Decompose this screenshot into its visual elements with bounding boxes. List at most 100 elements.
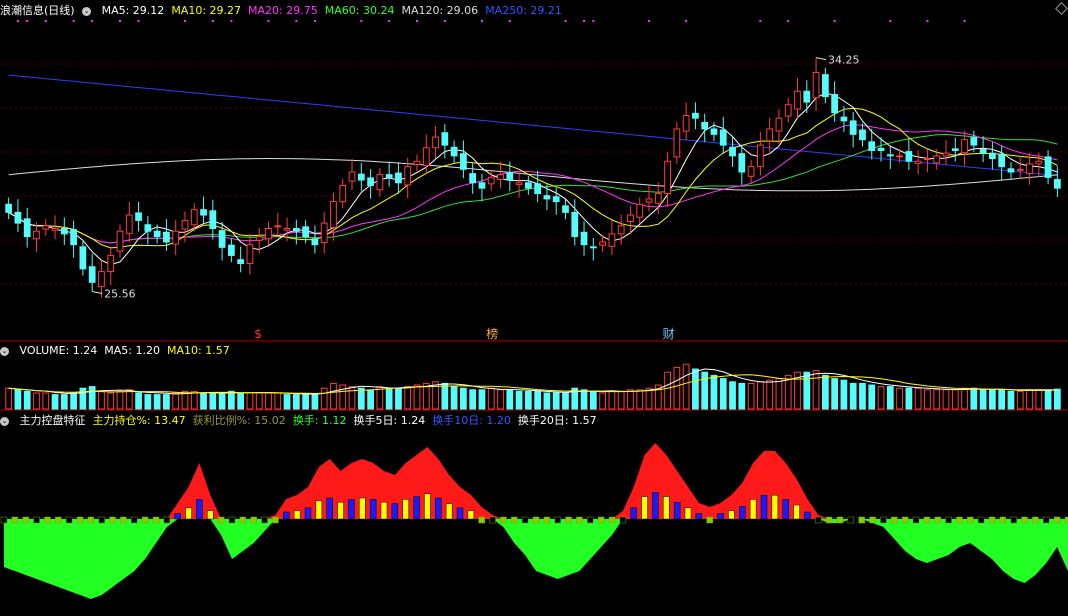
diamond-icon[interactable] [1055, 2, 1068, 15]
candle-body [729, 146, 736, 157]
volume-bar [70, 392, 77, 410]
event-dot [44, 20, 47, 22]
candle-body [571, 211, 579, 238]
candle-body [562, 205, 569, 213]
candle-body [627, 214, 634, 223]
candle-body [33, 230, 40, 240]
turnover-block [163, 516, 171, 524]
volume-bar [692, 368, 699, 410]
candle-body [320, 222, 328, 244]
candle-body [42, 225, 50, 230]
candle [951, 137, 959, 162]
candle-body [719, 129, 727, 146]
candle [23, 207, 31, 248]
candle-body [218, 230, 226, 248]
candle [719, 116, 727, 154]
candle-body [654, 193, 662, 204]
volume-label: VOLUME: 1.24 [19, 344, 98, 357]
candle [886, 145, 894, 170]
volume-bar [515, 390, 523, 410]
candle-body [1007, 168, 1015, 173]
turnover-block [619, 516, 627, 524]
turnover-block [825, 516, 833, 524]
volume-bar [441, 382, 449, 410]
ma-label: MA120: 29.06 [401, 4, 479, 17]
candle-body [868, 141, 876, 151]
volume-bar [246, 392, 254, 410]
candle-body [357, 173, 365, 181]
turnover-block [87, 516, 95, 524]
turnover-block [239, 516, 247, 524]
candle [766, 117, 774, 152]
holding-bar [652, 492, 659, 520]
holding-bar [348, 499, 355, 520]
candle [116, 224, 124, 258]
stock-title[interactable]: 浪潮信息(日线) [0, 4, 75, 17]
turnover-block [109, 516, 116, 524]
turnover-block [543, 516, 551, 524]
event-dot [508, 20, 511, 22]
turnover-block [999, 516, 1007, 524]
candle-body [543, 195, 551, 200]
candle-body [933, 155, 941, 164]
candle-body [469, 173, 477, 184]
candle [812, 57, 820, 111]
settings-toggle-icon[interactable]: ⌄ [0, 417, 9, 426]
candle-body [5, 203, 13, 213]
candle-body [367, 177, 374, 186]
holding-bar [369, 499, 377, 520]
volume-bar [478, 389, 486, 410]
candle-body [450, 146, 458, 157]
turnover-block [511, 516, 518, 524]
candle [998, 145, 1006, 180]
turnover-block [261, 516, 268, 524]
volume-bar [664, 371, 671, 410]
volume-bar [14, 389, 22, 410]
candle-body [163, 231, 170, 243]
holding-bar [315, 500, 323, 520]
event-dot [119, 20, 122, 22]
holding-bar [326, 497, 333, 520]
candle-body [302, 226, 309, 238]
price-chart[interactable]: 34.25 25.56 $ 榜 财 [0, 20, 1068, 342]
holding-bar [673, 501, 681, 520]
volume-bar [524, 390, 532, 410]
candle-body [1035, 160, 1043, 165]
volume-bar [218, 392, 226, 410]
candle-body [961, 139, 968, 154]
turnover-block [478, 516, 485, 524]
event-dot [480, 20, 483, 22]
turnover-block [891, 516, 898, 524]
candle-body [190, 209, 198, 226]
candle-body [181, 219, 189, 230]
volume-bar [506, 389, 514, 410]
candle [803, 80, 811, 114]
indicator-chart[interactable] [0, 429, 1068, 615]
holding-bar [174, 513, 181, 520]
settings-toggle-icon[interactable]: ⌄ [82, 7, 92, 16]
volume-bar [88, 386, 96, 410]
turnover-block [131, 516, 138, 524]
volume-bar [812, 370, 820, 410]
turnover-block [847, 516, 855, 524]
indicator-label: 主力持仓%: 13.47 [92, 414, 186, 427]
candle [70, 220, 77, 258]
candle [79, 240, 87, 276]
volume-chart[interactable] [0, 359, 1068, 411]
indicator-panel-header: ⌄ 主力控盘特征 主力持仓%: 13.47 获利比例%: 15.02 换手: 1.12… [0, 414, 611, 428]
settings-toggle-icon[interactable]: ⌄ [0, 347, 9, 356]
candle-body [682, 114, 690, 132]
candle-body [237, 259, 245, 264]
volume-bar [961, 387, 968, 410]
volume-bar [385, 387, 393, 410]
volume-bar [942, 389, 950, 410]
turnover-block [988, 516, 996, 524]
candle-body [228, 244, 235, 256]
holding-bar [435, 497, 442, 520]
volume-bar [747, 382, 755, 410]
volume-bar [738, 382, 746, 410]
candle [107, 246, 115, 285]
turnover-block [11, 516, 19, 524]
turnover-block [55, 516, 62, 524]
indicator-label: 换手20日: 1.57 [517, 414, 597, 427]
